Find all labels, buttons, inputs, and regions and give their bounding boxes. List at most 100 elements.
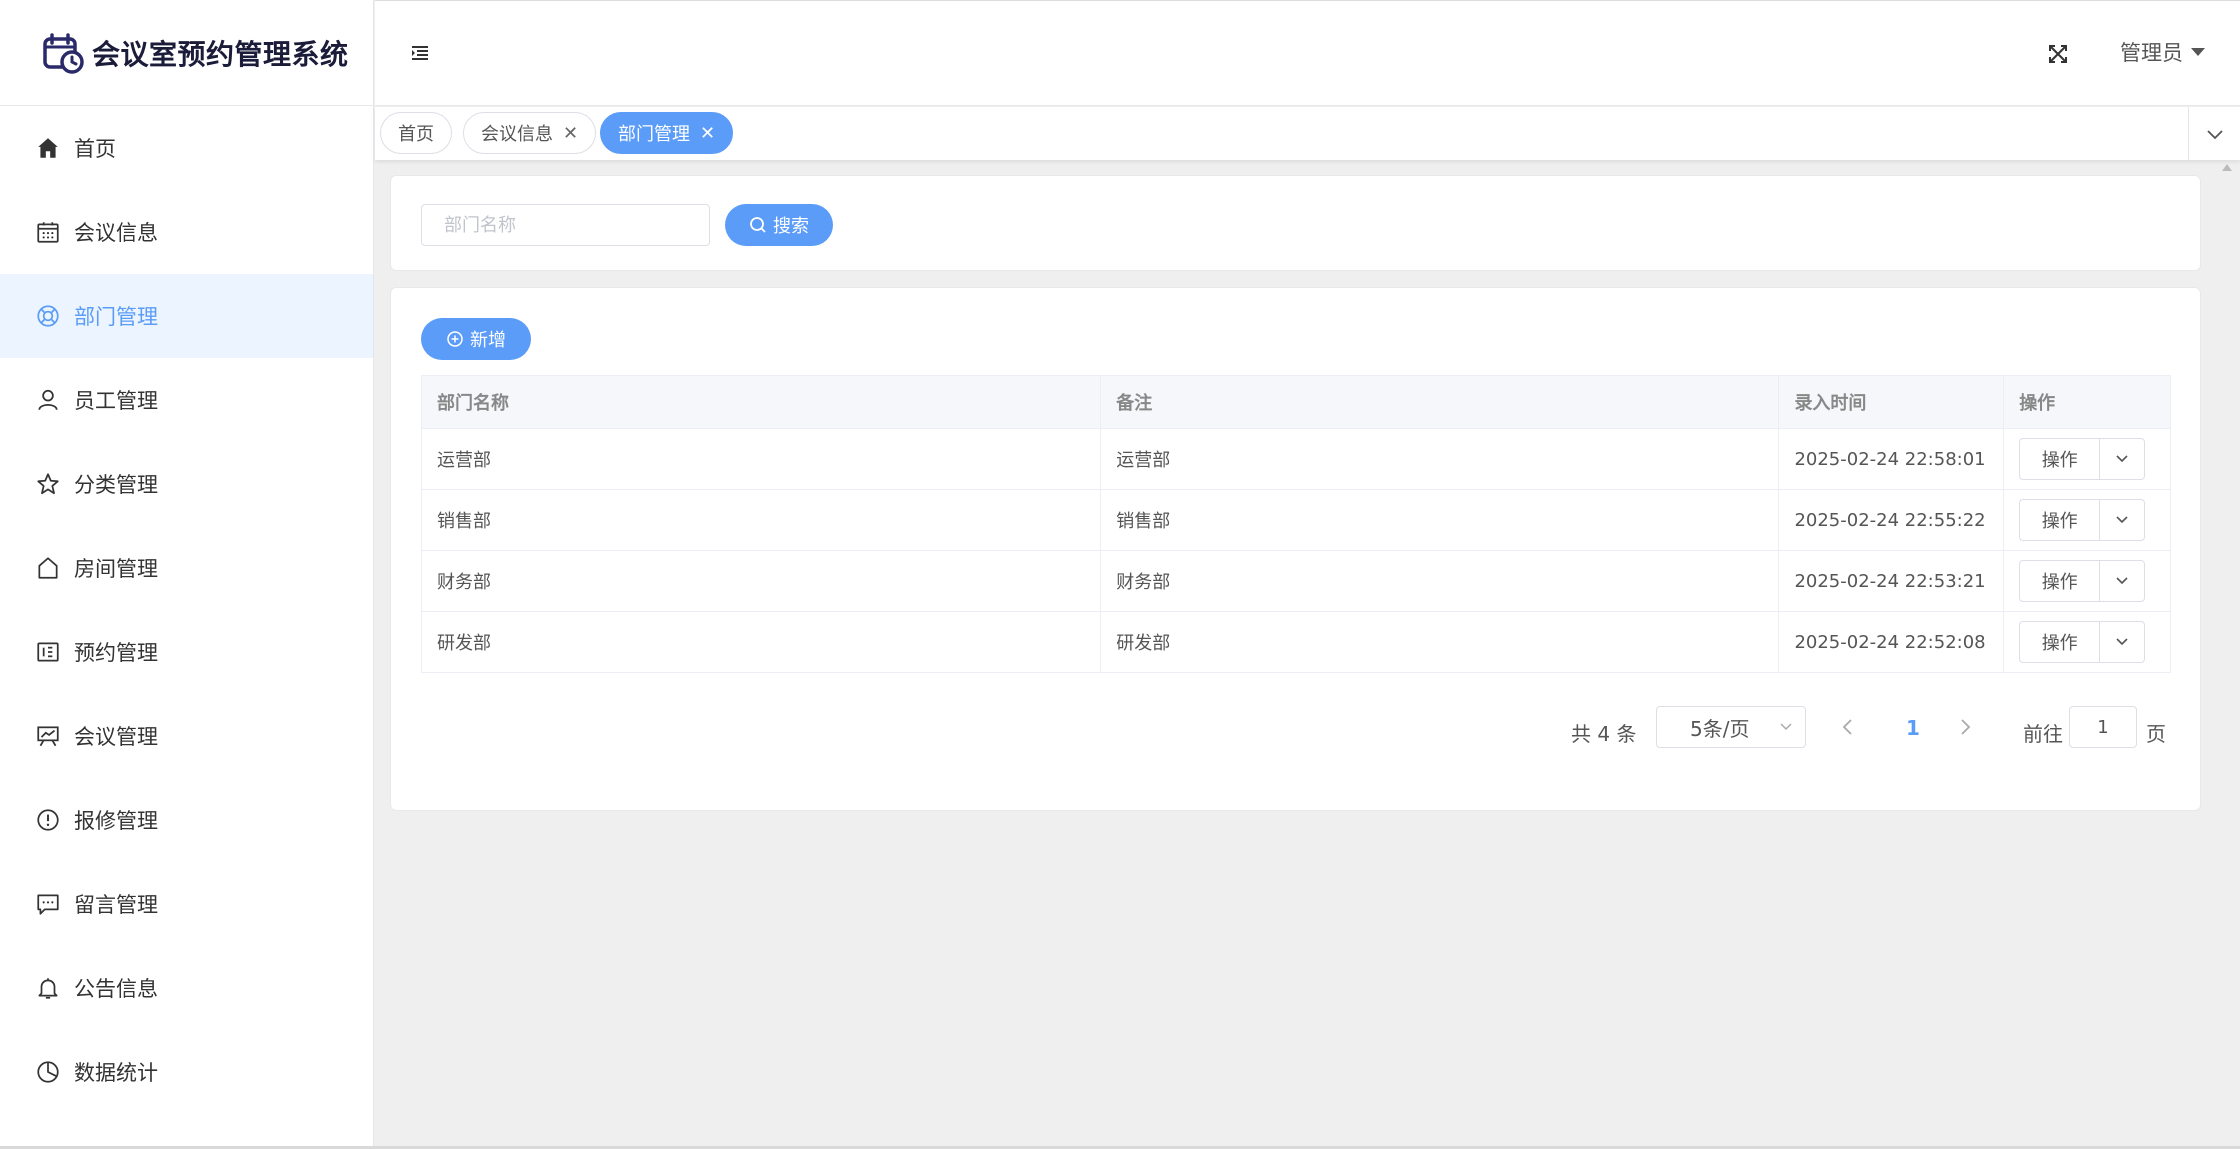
collapse-menu-icon[interactable] xyxy=(408,41,432,65)
sidebar-item-label: 分类管理 xyxy=(74,473,158,497)
pie-chart-icon xyxy=(34,1058,62,1086)
note-cell: 财务部 xyxy=(1101,551,1780,611)
sidebar-item-repair[interactable]: 报修管理 xyxy=(0,778,373,862)
caret-down-icon xyxy=(2191,48,2205,56)
action-dropdown: 操作 xyxy=(2019,621,2146,663)
created-time-cell: 2025-02-24 22:53:21 xyxy=(1779,551,2005,611)
sidebar-item-label: 会议信息 xyxy=(74,221,158,245)
table-header-row: 部门名称 备注 录入时间 操作 xyxy=(422,376,2170,429)
sidebar-item-label: 会议管理 xyxy=(74,725,158,749)
chevron-down-icon xyxy=(2116,577,2128,585)
close-icon[interactable]: ✕ xyxy=(700,123,715,144)
sidebar-item-meeting[interactable]: 会议管理 xyxy=(0,694,373,778)
add-button[interactable]: 新增 xyxy=(421,318,531,360)
tab-label: 会议信息 xyxy=(481,124,553,145)
department-table-panel: 新增 部门名称 备注 录入时间 操作 运营部 运营部 2025-02-24 22… xyxy=(390,287,2201,811)
column-header: 备注 xyxy=(1101,376,1780,428)
sidebar-item-reservation[interactable]: 预约管理 xyxy=(0,610,373,694)
page-size-value: 5条/页 xyxy=(1690,716,1750,741)
page-size-select[interactable]: 5条/页 xyxy=(1656,706,1806,748)
sidebar-item-label: 报修管理 xyxy=(74,809,158,833)
table-row: 研发部 研发部 2025-02-24 22:52:08 操作 xyxy=(422,612,2170,673)
chevron-down-icon xyxy=(2116,516,2128,524)
sidebar-item-category[interactable]: 分类管理 xyxy=(0,442,373,526)
department-name-cell: 运营部 xyxy=(422,429,1102,489)
sidebar: 会议室预约管理系统 首页 会议信息 部门管理 员工管理 分类管理 房间管理 预约… xyxy=(0,0,374,1149)
plus-circle-icon xyxy=(447,331,463,347)
action-cell: 操作 xyxy=(2004,429,2170,489)
created-time-cell: 2025-02-24 22:55:22 xyxy=(1779,490,2005,550)
star-icon xyxy=(34,470,62,498)
sidebar-item-label: 数据统计 xyxy=(74,1061,158,1085)
chevron-down-icon xyxy=(2116,638,2128,646)
fullscreen-icon[interactable] xyxy=(2047,43,2069,65)
user-name: 管理员 xyxy=(2120,41,2183,65)
close-icon[interactable]: ✕ xyxy=(563,123,578,144)
action-dropdown-toggle[interactable] xyxy=(2100,500,2144,540)
column-header: 操作 xyxy=(2019,393,2056,414)
action-button[interactable]: 操作 xyxy=(2020,439,2101,479)
sidebar-item-employee[interactable]: 员工管理 xyxy=(0,358,373,442)
chevron-down-icon xyxy=(2116,455,2128,463)
table-row: 财务部 财务部 2025-02-24 22:53:21 操作 xyxy=(422,551,2170,612)
sidebar-item-room[interactable]: 房间管理 xyxy=(0,526,373,610)
tab-meeting-info[interactable]: 会议信息 ✕ xyxy=(463,112,597,154)
created-time-cell: 2025-02-24 22:58:01 xyxy=(1779,429,2005,489)
sidebar-item-meeting-info[interactable]: 会议信息 xyxy=(0,190,373,274)
sidebar-item-statistics[interactable]: 数据统计 xyxy=(0,1030,373,1114)
tabs-bar: 首页 会议信息 ✕ 部门管理 ✕ xyxy=(375,107,2240,160)
sidebar-item-label: 部门管理 xyxy=(74,305,158,329)
action-button[interactable]: 操作 xyxy=(2020,561,2101,601)
action-dropdown-toggle[interactable] xyxy=(2100,622,2144,662)
tabs-more-button[interactable] xyxy=(2188,107,2240,160)
warning-icon xyxy=(34,806,62,834)
department-name-cell: 研发部 xyxy=(422,612,1102,672)
action-button[interactable]: 操作 xyxy=(2020,622,2101,662)
current-page-number[interactable]: 1 xyxy=(1906,716,1920,740)
sidebar-item-label: 留言管理 xyxy=(74,893,158,917)
logo: 会议室预约管理系统 xyxy=(0,0,373,106)
action-dropdown-toggle[interactable] xyxy=(2100,439,2144,479)
next-page-icon[interactable] xyxy=(1958,718,1972,736)
department-table: 部门名称 备注 录入时间 操作 运营部 运营部 2025-02-24 22:58… xyxy=(421,375,2171,673)
department-name-cell: 销售部 xyxy=(422,490,1102,550)
app-title: 会议室预约管理系统 xyxy=(92,37,349,71)
action-dropdown: 操作 xyxy=(2019,499,2146,541)
schedule-icon xyxy=(34,638,62,666)
tab-home[interactable]: 首页 xyxy=(380,112,452,154)
home-icon xyxy=(34,134,62,162)
prev-page-icon[interactable] xyxy=(1841,718,1855,736)
search-icon xyxy=(750,217,766,233)
tab-department[interactable]: 部门管理 ✕ xyxy=(600,112,734,154)
action-dropdown-toggle[interactable] xyxy=(2100,561,2144,601)
goto-page-input[interactable] xyxy=(2069,706,2137,748)
lifebuoy-icon xyxy=(34,302,62,330)
user-icon xyxy=(34,386,62,414)
sidebar-item-notice[interactable]: 公告信息 xyxy=(0,946,373,1030)
search-button[interactable]: 搜索 xyxy=(725,204,833,246)
goto-label: 前往 xyxy=(2023,722,2063,746)
sidebar-menu: 首页 会议信息 部门管理 员工管理 分类管理 房间管理 预约管理 会议管理 报修… xyxy=(0,106,373,1114)
created-time-cell: 2025-02-24 22:52:08 xyxy=(1779,612,2005,672)
user-menu[interactable]: 管理员 xyxy=(2120,37,2205,67)
pagination-total: 共 4 条 xyxy=(1571,722,1637,746)
sidebar-item-message[interactable]: 留言管理 xyxy=(0,862,373,946)
tab-label: 首页 xyxy=(398,124,434,145)
sidebar-item-label: 首页 xyxy=(74,137,116,161)
note-cell: 研发部 xyxy=(1101,612,1780,672)
department-name-search-input[interactable] xyxy=(421,204,710,246)
tab-label: 部门管理 xyxy=(618,124,690,145)
sidebar-item-home[interactable]: 首页 xyxy=(0,106,373,190)
sidebar-item-department[interactable]: 部门管理 xyxy=(0,274,373,358)
sidebar-item-label: 员工管理 xyxy=(74,389,158,413)
action-cell: 操作 xyxy=(2004,551,2170,611)
column-header: 部门名称 xyxy=(422,376,1102,428)
chevron-down-icon xyxy=(1780,723,1792,731)
note-cell: 运营部 xyxy=(1101,429,1780,489)
action-button[interactable]: 操作 xyxy=(2020,500,2101,540)
department-name-cell: 财务部 xyxy=(422,551,1102,611)
chevron-down-icon xyxy=(2206,129,2223,139)
search-panel: 搜索 xyxy=(390,175,2201,271)
scrollbar-up-arrow[interactable] xyxy=(2222,164,2232,171)
calendar-icon xyxy=(34,218,62,246)
